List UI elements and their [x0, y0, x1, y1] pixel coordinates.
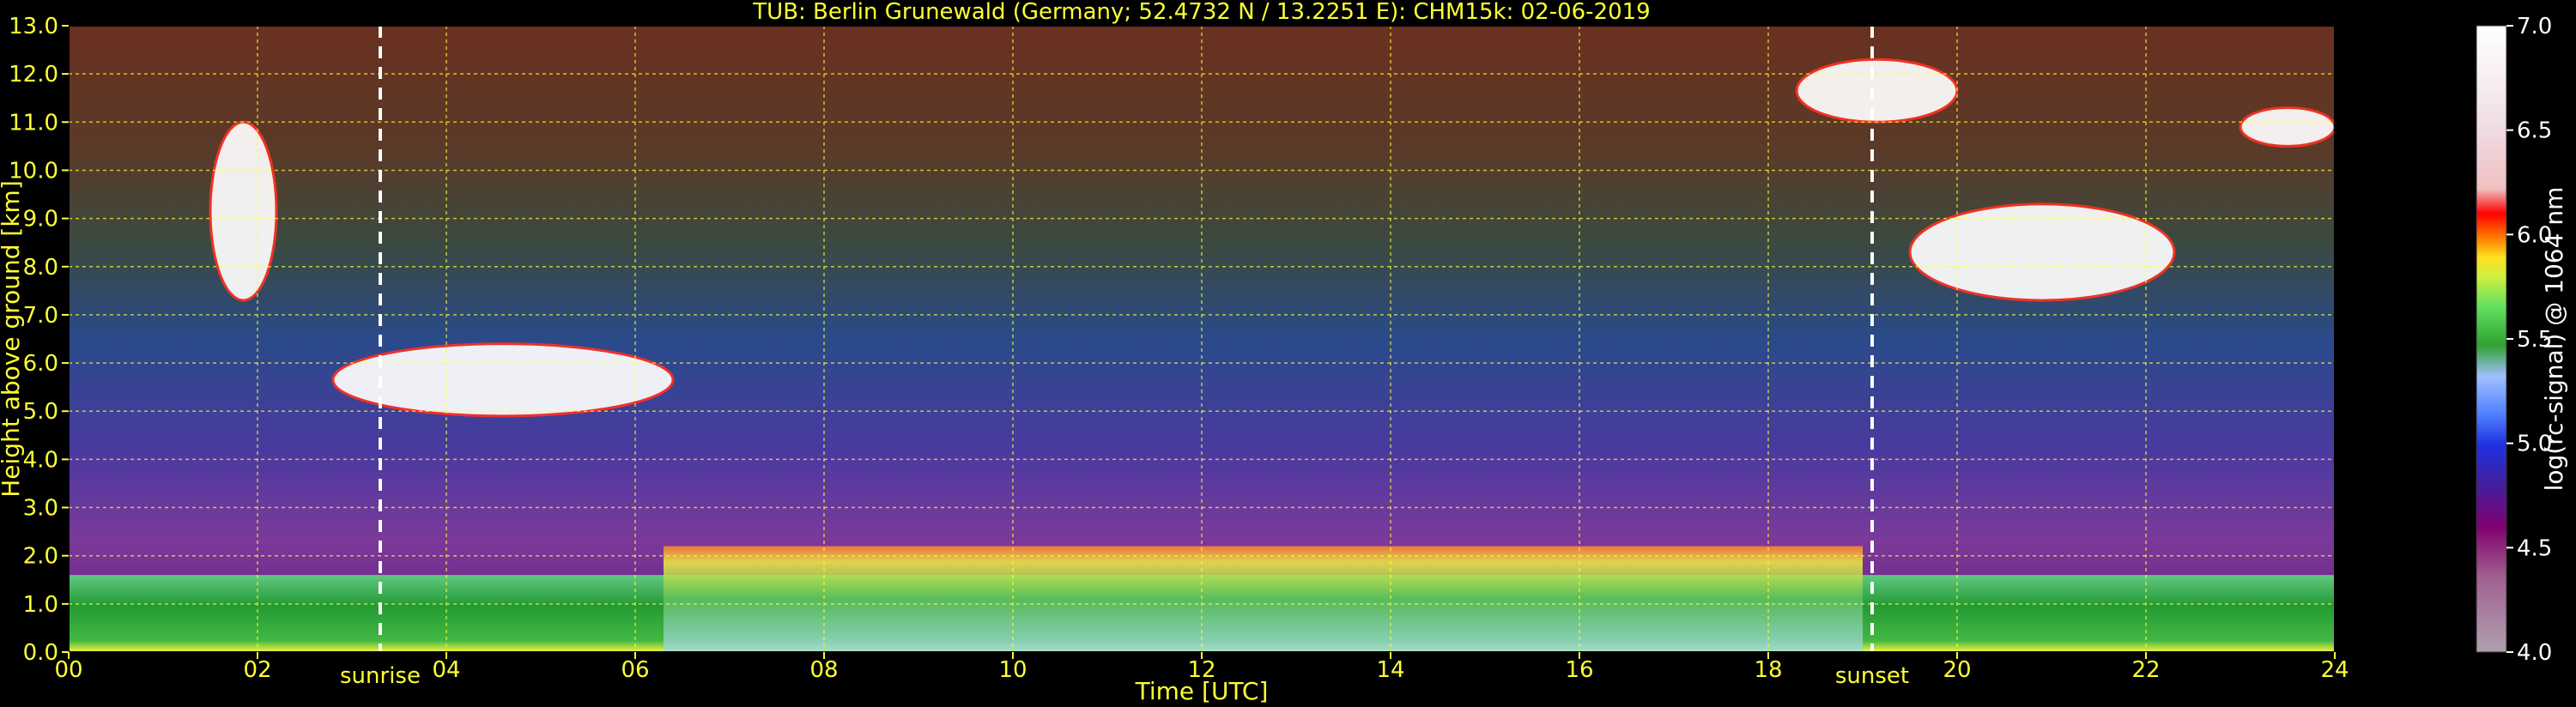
- x-tick-label: 02: [243, 657, 271, 683]
- x-tick-label: 04: [432, 657, 460, 683]
- cloud-3: [209, 120, 278, 302]
- x-tick-label: 06: [621, 657, 649, 683]
- x-tick-label: 20: [1943, 657, 1971, 683]
- colorbar-tick-label: 6.5: [2517, 118, 2552, 144]
- y-tick-label: 12.0: [9, 62, 58, 88]
- cloud-6: [2239, 106, 2335, 148]
- event-label-sunrise: sunrise: [340, 663, 421, 689]
- x-tick-label: 08: [809, 657, 838, 683]
- colorbar-label: log(rc-signal) @ 1064 nm: [2540, 187, 2568, 492]
- x-tick-label: 22: [2131, 657, 2160, 683]
- plot-area: [69, 26, 2335, 652]
- y-tick-label: 8.0: [23, 255, 58, 281]
- x-axis-label: Time [UTC]: [1135, 677, 1269, 705]
- colorbar-tick-label: 4.5: [2517, 535, 2552, 561]
- y-tick-label: 3.0: [23, 496, 58, 522]
- y-tick-label: 2.0: [23, 544, 58, 570]
- x-tick-label: 24: [2320, 657, 2349, 683]
- colorbar-tick-label: 4.0: [2517, 640, 2552, 666]
- y-tick-label: 11.0: [9, 110, 58, 136]
- y-tick-label: 10.0: [9, 158, 58, 184]
- chart-title: TUB: Berlin Grunewald (Germany; 52.4732 …: [752, 0, 1650, 25]
- y-tick-label: 4.0: [23, 447, 58, 473]
- y-tick-label: 5.0: [23, 399, 58, 425]
- event-label-sunset: sunset: [1835, 663, 1909, 689]
- y-tick-label: 7.0: [23, 303, 58, 329]
- y-tick-label: 13.0: [9, 14, 58, 39]
- x-tick-label: 14: [1376, 657, 1404, 683]
- y-tick-label: 6.0: [23, 351, 58, 377]
- y-tick-label: 0.0: [23, 640, 58, 666]
- cloud-2: [331, 342, 675, 418]
- colorbar: 4.04.55.05.56.06.57.0 log(rc-signal) @ 1…: [2476, 14, 2568, 666]
- x-tick-label: 16: [1565, 657, 1593, 683]
- y-tick-label: 9.0: [23, 207, 58, 233]
- cloud-4: [1795, 57, 1959, 124]
- y-axis-label: Height above ground [km]: [0, 180, 25, 498]
- x-tick-label: 18: [1754, 657, 1782, 683]
- colorbar-gradient: [2476, 26, 2506, 652]
- y-tick-label: 1.0: [23, 592, 58, 618]
- colorbar-tick-label: 7.0: [2517, 14, 2552, 39]
- x-tick-label: 10: [998, 657, 1027, 683]
- x-tick-label: 00: [54, 657, 82, 683]
- boundary-layer-1: [664, 546, 1863, 652]
- lidar-figure: sunrise sunset 0.0 1.0 2.0 3.0 4.0 5.0 6.0 7.0 8.…: [0, 0, 2568, 705]
